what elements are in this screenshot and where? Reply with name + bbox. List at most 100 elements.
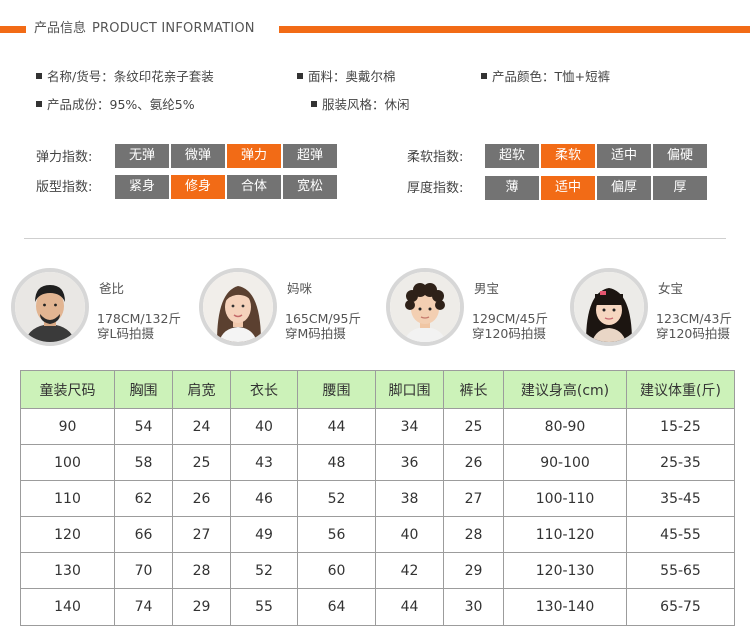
man-portrait-icon (11, 268, 89, 346)
table-cell: 27 (172, 516, 231, 553)
elasticity-option: 超弹 (283, 144, 337, 168)
thickness-option: 适中 (541, 176, 595, 200)
table-cell: 36 (375, 444, 444, 481)
table-cell: 140 (20, 588, 115, 626)
table-cell: 40 (375, 516, 444, 553)
info-fabric-text: 面料：奥戴尔棉 (308, 69, 396, 84)
table-cell: 65-75 (626, 588, 735, 626)
info-name: 名称/货号：条纹印花亲子套装 (36, 69, 214, 85)
table-cell: 90 (20, 408, 115, 445)
table-cell: 24 (172, 408, 231, 445)
softness-option: 超软 (485, 144, 539, 168)
table-cell: 130 (20, 552, 115, 589)
table-cell: 35-45 (626, 480, 735, 517)
table-cell: 52 (297, 480, 376, 517)
table-row: 140 74 29 55 64 44 30 130-140 65-75 (20, 588, 735, 626)
table-cell: 29 (172, 588, 231, 626)
bullet-square-icon (297, 73, 303, 79)
fit-option: 宽松 (283, 175, 337, 199)
elasticity-label: 弹力指数: (36, 150, 93, 165)
woman-portrait-icon (199, 268, 277, 346)
table-cell: 25 (443, 408, 504, 445)
table-cell: 45-55 (626, 516, 735, 553)
table-cell: 26 (443, 444, 504, 481)
model-wear-size: 穿120码拍摄 (656, 326, 730, 341)
softness-options: 超软 柔软 适中 偏硬 (485, 144, 707, 168)
table-cell: 80-90 (503, 408, 627, 445)
elasticity-option: 弹力 (227, 144, 281, 168)
table-header-cell: 童装尺码 (20, 370, 115, 409)
table-cell: 40 (230, 408, 298, 445)
softness-option: 偏硬 (653, 144, 707, 168)
table-header-cell: 裤长 (443, 370, 504, 409)
table-cell: 90-100 (503, 444, 627, 481)
table-cell: 43 (230, 444, 298, 481)
table-cell: 64 (297, 588, 376, 626)
table-header-cell: 建议体重(斤) (626, 370, 735, 409)
model-wear-size: 穿M码拍摄 (285, 326, 346, 341)
table-cell: 62 (114, 480, 173, 517)
table-header-cell: 胸围 (114, 370, 173, 409)
table-header-cell: 建议身高(cm) (503, 370, 627, 409)
table-cell: 48 (297, 444, 376, 481)
thickness-option: 厚 (653, 176, 707, 200)
table-cell: 110-120 (503, 516, 627, 553)
info-name-text: 名称/货号：条纹印花亲子套装 (47, 69, 214, 84)
table-cell: 100 (20, 444, 115, 481)
table-cell: 130-140 (503, 588, 627, 626)
info-color-text: 产品颜色：T恤+短裤 (492, 69, 611, 84)
girl-portrait-icon (570, 268, 648, 346)
table-row: 110 62 26 46 52 38 27 100-110 35-45 (20, 480, 735, 517)
table-row: 120 66 27 49 56 40 28 110-120 45-55 (20, 516, 735, 553)
info-color: 产品颜色：T恤+短裤 (481, 69, 610, 85)
table-cell: 29 (443, 552, 504, 589)
table-cell: 42 (375, 552, 444, 589)
section-title-en: PRODUCT INFORMATION (92, 21, 255, 36)
table-cell: 120-130 (503, 552, 627, 589)
table-cell: 28 (443, 516, 504, 553)
table-cell: 58 (114, 444, 173, 481)
softness-label: 柔软指数: (407, 150, 464, 165)
bullet-square-icon (311, 101, 317, 107)
table-cell: 25 (172, 444, 231, 481)
softness-option: 适中 (597, 144, 651, 168)
header-accent-bar-left (0, 26, 26, 33)
boy-portrait-icon (386, 268, 464, 346)
softness-option: 柔软 (541, 144, 595, 168)
table-cell: 66 (114, 516, 173, 553)
elasticity-options: 无弹 微弹 弹力 超弹 (115, 144, 337, 168)
table-header-cell: 衣长 (230, 370, 298, 409)
fit-options: 紧身 修身 合体 宽松 (115, 175, 337, 199)
table-cell: 60 (297, 552, 376, 589)
thickness-label: 厚度指数: (407, 181, 464, 196)
bullet-square-icon (36, 73, 42, 79)
table-header-cell: 肩宽 (172, 370, 231, 409)
table-cell: 34 (375, 408, 444, 445)
fit-label: 版型指数: (36, 180, 93, 195)
table-cell: 70 (114, 552, 173, 589)
fit-option: 紧身 (115, 175, 169, 199)
model-girl: 女宝 123CM/43斤 穿120码拍摄 (570, 268, 750, 350)
table-cell: 100-110 (503, 480, 627, 517)
size-table-body: 90 54 24 40 44 34 25 80-90 15-25 100 58 25 43 48 36 26 9… (20, 408, 735, 626)
table-cell: 56 (297, 516, 376, 553)
model-name: 妈咪 (287, 281, 313, 296)
info-fabric: 面料：奥戴尔棉 (297, 69, 396, 85)
model-boy: 男宝 129CM/45斤 穿120码拍摄 (386, 268, 566, 350)
table-cell: 52 (230, 552, 298, 589)
table-cell: 110 (20, 480, 115, 517)
model-mom: 妈咪 165CM/95斤 穿M码拍摄 (199, 268, 379, 350)
table-cell: 55 (230, 588, 298, 626)
model-name: 爸比 (99, 281, 125, 296)
table-cell: 44 (375, 588, 444, 626)
model-wear-size: 穿120码拍摄 (472, 326, 546, 341)
table-row: 130 70 28 52 60 42 29 120-130 55-65 (20, 552, 735, 589)
bullet-square-icon (481, 73, 487, 79)
section-title-cn: 产品信息 (34, 21, 87, 36)
bullet-square-icon (36, 101, 42, 107)
thickness-options: 薄 适中 偏厚 厚 (485, 176, 707, 200)
model-name: 男宝 (474, 281, 500, 296)
table-cell: 26 (172, 480, 231, 517)
info-style: 服装风格：休闲 (311, 97, 410, 113)
table-header-cell: 脚口围 (375, 370, 444, 409)
